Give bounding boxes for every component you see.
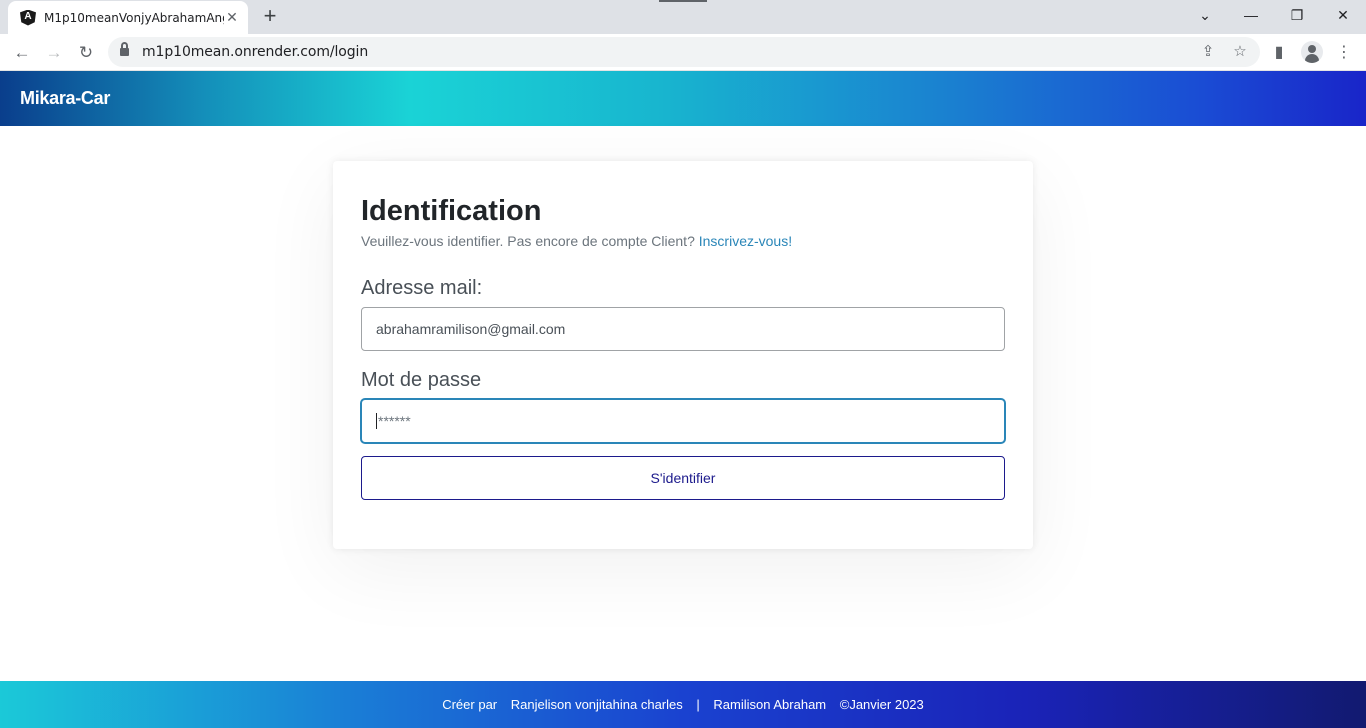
window-drag-indicator bbox=[659, 0, 707, 2]
footer-author-2: Ramilison Abraham bbox=[713, 697, 827, 712]
back-icon[interactable]: ← bbox=[8, 39, 36, 67]
browser-tab-bar: M1p10meanVonjyAbrahamAngular ✕ + ⌄ — ❐ ✕ bbox=[0, 0, 1366, 34]
restore-button[interactable]: ❐ bbox=[1274, 0, 1320, 30]
app-header: Mikara-Car bbox=[0, 71, 1366, 126]
email-label: Adresse mail: bbox=[361, 277, 483, 299]
login-card: Identification Veuillez-vous identifier.… bbox=[333, 161, 1033, 549]
text-caret bbox=[376, 413, 377, 429]
register-link[interactable]: Inscrivez-vous! bbox=[699, 233, 792, 249]
forward-icon[interactable]: → bbox=[40, 39, 68, 67]
tab-search-dropdown-icon[interactable]: ⌄ bbox=[1182, 0, 1228, 30]
tab-close-icon[interactable]: ✕ bbox=[224, 9, 240, 26]
footer-credits: Créer par Ranjelison vonjitahina charles… bbox=[0, 697, 1366, 712]
close-window-button[interactable]: ✕ bbox=[1320, 0, 1366, 30]
side-panel-icon[interactable]: ▮ bbox=[1267, 41, 1291, 65]
tab-title: M1p10meanVonjyAbrahamAngular bbox=[44, 10, 224, 25]
angular-favicon-icon bbox=[20, 9, 36, 26]
login-button[interactable]: S'identifier bbox=[361, 456, 1005, 500]
address-bar[interactable]: m1p10mean.onrender.com/login ⇪ ☆ bbox=[108, 37, 1260, 67]
footer-author-1: Ranjelison vonjitahina charles bbox=[510, 697, 683, 712]
page-footer: Créer par Ranjelison vonjitahina charles… bbox=[0, 681, 1366, 728]
menu-kebab-icon[interactable]: ⋮ bbox=[1332, 41, 1356, 65]
reload-icon[interactable]: ↻ bbox=[72, 39, 100, 67]
login-subtitle: Veuillez-vous identifier. Pas encore de … bbox=[361, 233, 792, 249]
brand-logo-text[interactable]: Mikara-Car bbox=[20, 88, 110, 109]
browser-toolbar: ← → ↻ m1p10mean.onrender.com/login ⇪ ☆ ▮… bbox=[0, 34, 1366, 71]
email-field[interactable]: abrahamramilison@gmail.com bbox=[361, 307, 1005, 351]
email-value: abrahamramilison@gmail.com bbox=[376, 321, 566, 337]
footer-created-by: Créer par bbox=[442, 697, 498, 712]
lock-icon[interactable] bbox=[120, 42, 129, 57]
page-title: Identification bbox=[361, 195, 542, 227]
bookmark-star-icon[interactable]: ☆ bbox=[1230, 42, 1250, 62]
password-field[interactable]: ****** bbox=[361, 399, 1005, 443]
minimize-button[interactable]: — bbox=[1228, 0, 1274, 30]
subtitle-text: Veuillez-vous identifier. Pas encore de … bbox=[361, 233, 695, 249]
password-value: ****** bbox=[378, 413, 411, 429]
profile-avatar-icon[interactable] bbox=[1301, 41, 1323, 63]
password-label: Mot de passe bbox=[361, 369, 482, 391]
footer-copyright: ©Janvier 2023 bbox=[839, 697, 924, 712]
share-icon[interactable]: ⇪ bbox=[1198, 42, 1218, 62]
new-tab-button[interactable]: + bbox=[258, 4, 282, 28]
footer-separator: | bbox=[696, 697, 700, 712]
url-text[interactable]: m1p10mean.onrender.com/login bbox=[142, 44, 368, 60]
browser-tab[interactable]: M1p10meanVonjyAbrahamAngular ✕ bbox=[8, 1, 248, 34]
